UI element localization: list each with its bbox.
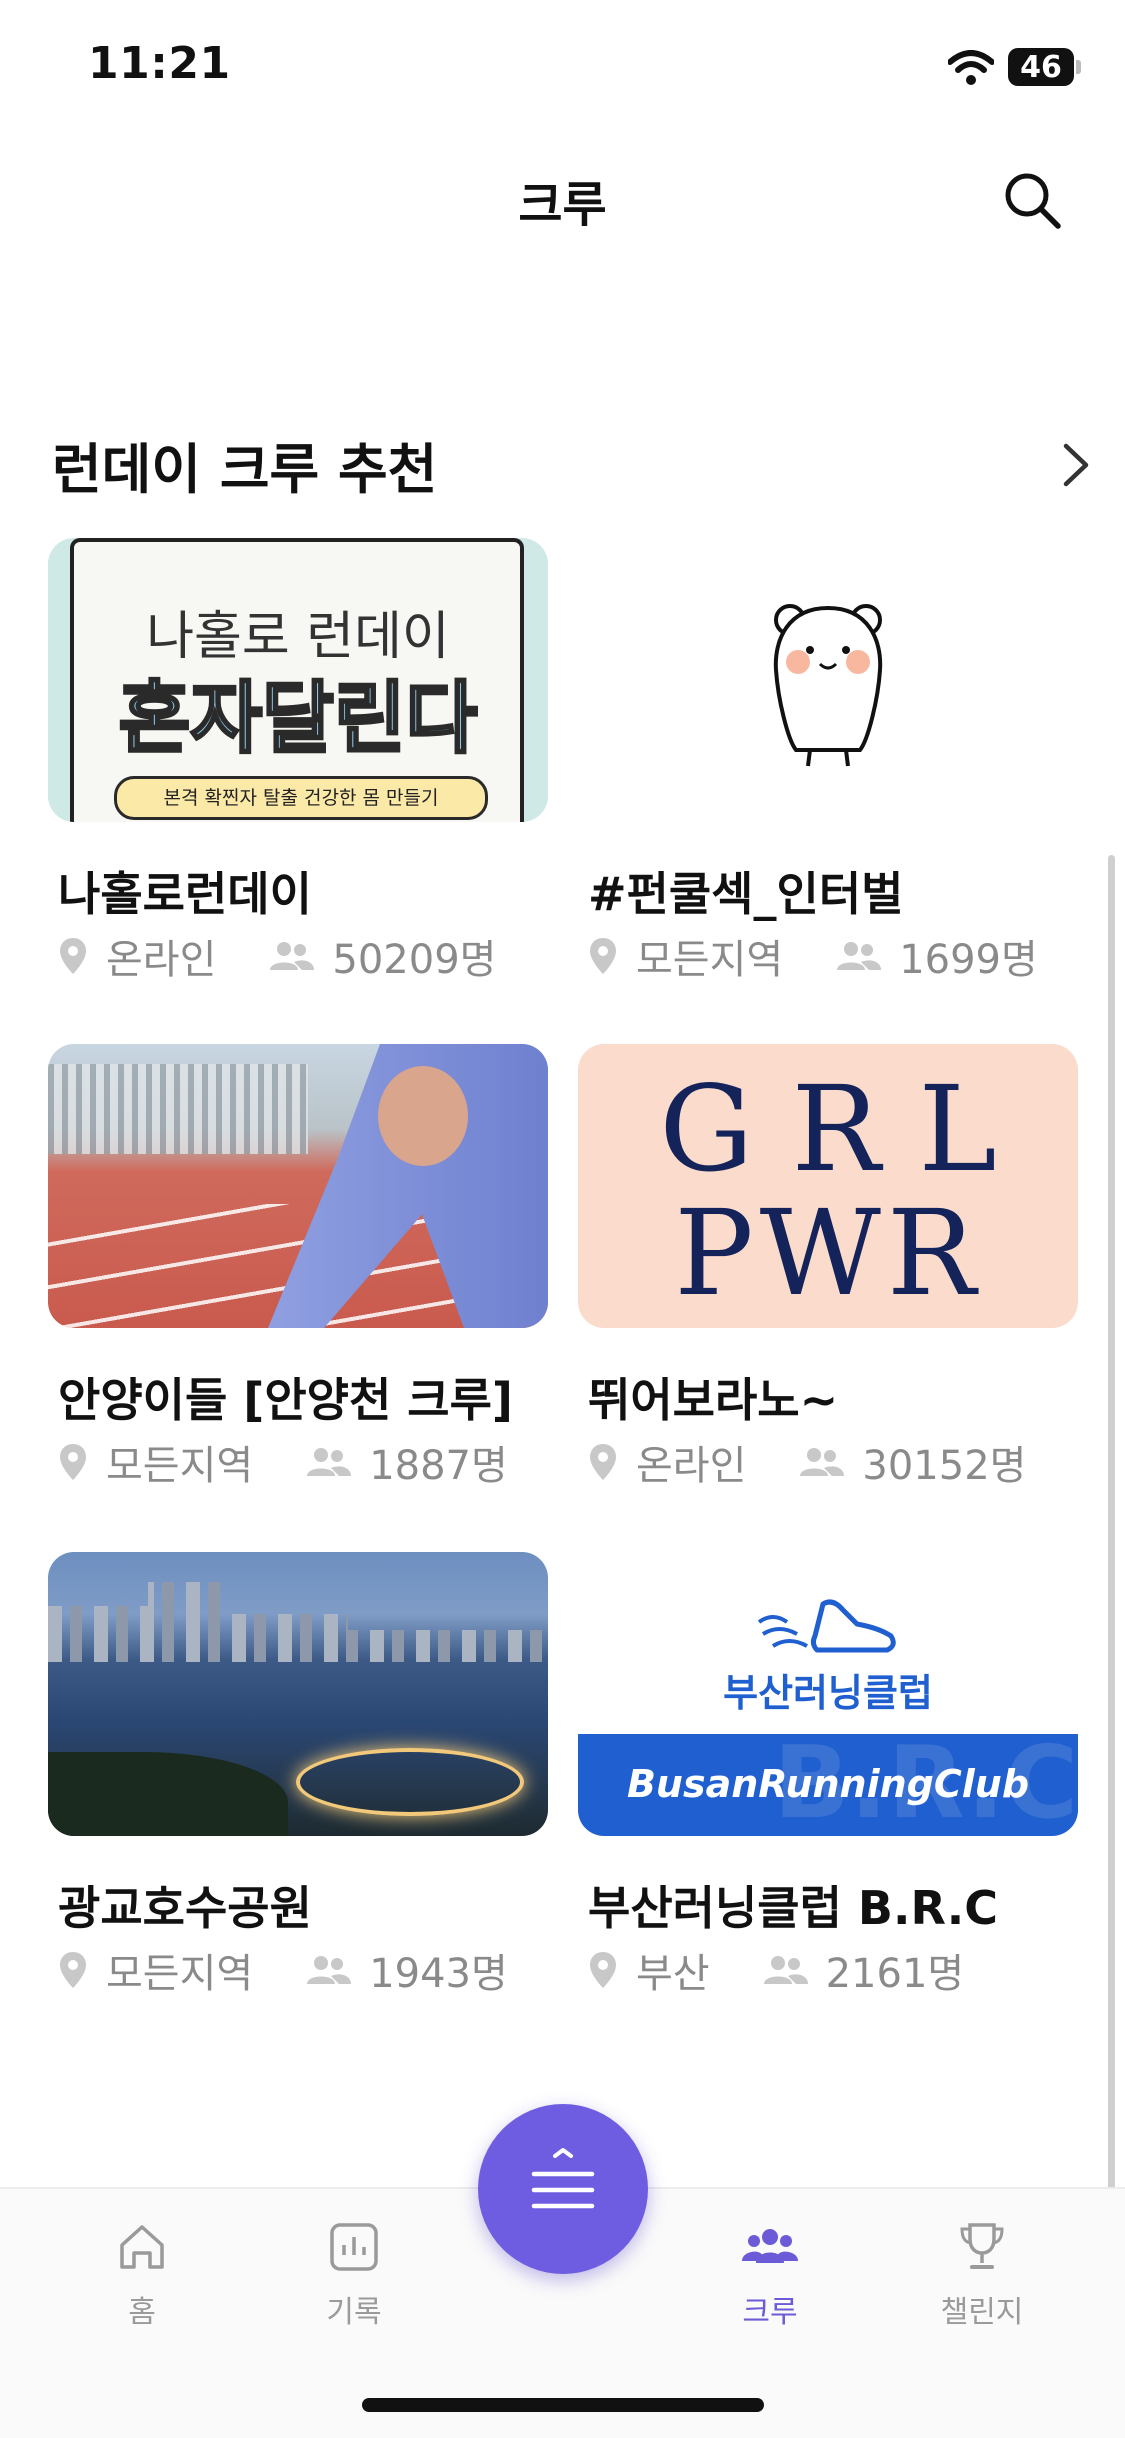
crew-thumbnail: 부산러닝클럽 B.R.C BusanRunningClub	[578, 1552, 1078, 1836]
location-pin-icon	[590, 1952, 616, 1988]
thumb-banner: 본격 확찐자 탈출 건강한 몸 만들기	[114, 776, 488, 820]
status-bar: 11:21 46	[0, 0, 1125, 130]
crew-name: 안양이들 [안양천 크루]	[58, 1373, 513, 1427]
location-pin-icon	[590, 1444, 616, 1480]
crew-card[interactable]: 나홀로 런데이 혼자달린다 본격 확찐자 탈출 건강한 몸 만들기 나홀로런데이…	[48, 538, 548, 983]
location-pin-icon	[60, 1444, 86, 1480]
crew-meta: 온라인 30152명	[588, 1436, 1027, 1489]
crew-meta: 부산 2161명	[588, 1944, 965, 1997]
thumb-line1: 부산러닝클럽	[723, 1671, 933, 1715]
crew-name: #펀쿨섹_인터벌	[588, 867, 904, 921]
members-icon	[270, 942, 315, 970]
crew-meta: 모든지역 1887명	[58, 1436, 508, 1489]
battery-indicator: 46	[1008, 48, 1074, 86]
crew-members: 1887명	[369, 1443, 508, 1489]
location-pin-icon	[60, 1952, 86, 1988]
search-icon[interactable]	[1000, 168, 1064, 232]
trees	[48, 1752, 288, 1836]
tab-records[interactable]: 기록	[284, 2219, 424, 2331]
tab-label: 챌린지	[940, 2295, 1024, 2330]
tab-crew[interactable]: 크루	[700, 2219, 840, 2331]
crew-members: 30152명	[862, 1443, 1027, 1489]
bear-illustration-icon	[773, 604, 883, 767]
tab-label: 크루	[742, 2295, 798, 2330]
crew-card[interactable]: GRL PWR 뛰어보라노~ 온라인 30152명	[578, 1044, 1078, 1489]
crew-region: 온라인	[106, 937, 217, 983]
scroll-indicator[interactable]	[1108, 855, 1115, 2195]
crew-card[interactable]: 안양이들 [안양천 크루] 모든지역 1887명	[48, 1044, 548, 1489]
battery-cap	[1076, 60, 1081, 74]
crew-thumbnail	[48, 1044, 548, 1328]
members-icon	[307, 1448, 352, 1476]
home-icon	[120, 2225, 164, 2269]
crew-name: 뛰어보라노~	[588, 1373, 839, 1427]
location-pin-icon	[60, 938, 86, 974]
crew-meta: 모든지역 1699명	[588, 930, 1038, 983]
crew-thumbnail	[48, 1552, 548, 1836]
tab-home[interactable]: 홈	[72, 2219, 212, 2331]
crew-meta: 모든지역 1943명	[58, 1944, 508, 1997]
thumb-banner: BusanRunningClub	[626, 1762, 1030, 1806]
crew-members: 1943명	[369, 1951, 508, 1997]
crew-region: 모든지역	[636, 937, 784, 983]
crew-card[interactable]: #펀쿨섹_인터벌 모든지역 1699명	[578, 538, 1078, 983]
home-indicator[interactable]	[362, 2398, 764, 2412]
crew-region: 부산	[636, 1951, 710, 1997]
menu-icon	[531, 2148, 595, 2209]
section-title: 런데이 크루 추천	[52, 438, 438, 501]
chart-icon	[330, 2223, 378, 2271]
crew-name: 광교호수공원	[58, 1881, 312, 1935]
thumb-line1: GRL	[659, 1060, 1035, 1198]
lake-bridge	[296, 1748, 524, 1816]
crew-members: 50209명	[332, 937, 497, 983]
thumb-line2: 혼자달린다	[117, 673, 479, 766]
crew-region: 온라인	[636, 1443, 747, 1489]
crew-thumbnail: 나홀로 런데이 혼자달린다 본격 확찐자 탈출 건강한 몸 만들기	[48, 538, 548, 822]
members-icon	[763, 1956, 808, 1984]
crew-name: 나홀로런데이	[58, 867, 312, 921]
crew-name: 부산러닝클럽 B.R.C	[588, 1881, 998, 1935]
tab-label: 홈	[128, 2295, 156, 2330]
crew-region: 모든지역	[106, 1443, 254, 1489]
crew-meta: 온라인 50209명	[58, 930, 497, 983]
members-icon	[837, 942, 882, 970]
status-time: 11:21	[88, 38, 231, 89]
battery-level: 46	[1020, 49, 1062, 85]
crew-thumbnail	[578, 538, 1078, 822]
running-shoe-icon	[757, 1599, 896, 1653]
crew-card[interactable]: 부산러닝클럽 B.R.C BusanRunningClub 부산러닝클럽 B.R…	[578, 1552, 1078, 1997]
trophy-icon	[960, 2223, 1004, 2269]
members-icon	[800, 1448, 845, 1476]
wifi-icon	[948, 50, 994, 85]
runner-head	[378, 1066, 468, 1166]
menu-fab-button[interactable]	[478, 2104, 648, 2274]
people-icon	[742, 2229, 798, 2263]
members-icon	[307, 1956, 352, 1984]
tab-label: 기록	[326, 2295, 382, 2330]
chevron-right-icon[interactable]	[1056, 438, 1096, 492]
stadium-stands	[48, 1064, 308, 1154]
thumb-line2: PWR	[674, 1184, 982, 1322]
crew-region: 모든지역	[106, 1951, 254, 1997]
crew-members: 2161명	[825, 1951, 965, 1997]
tab-challenge[interactable]: 챌린지	[912, 2219, 1052, 2331]
crew-members: 1699명	[899, 937, 1038, 983]
city-skyline	[48, 1582, 548, 1662]
location-pin-icon	[590, 938, 616, 974]
page-title: 크루	[518, 177, 607, 233]
crew-thumbnail: GRL PWR	[578, 1044, 1078, 1328]
crew-card[interactable]: 광교호수공원 모든지역 1943명	[48, 1552, 548, 1997]
